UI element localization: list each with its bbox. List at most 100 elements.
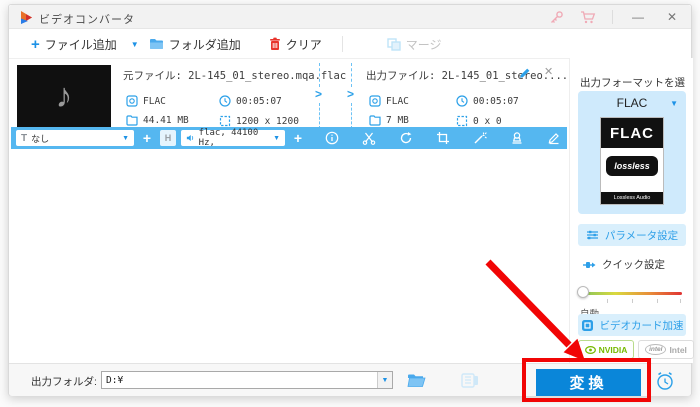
add-file-label: ファイル追加 <box>44 37 117 52</box>
quality-slider-track[interactable] <box>582 292 682 295</box>
nvidia-label: NVIDIA <box>598 344 628 355</box>
audio-track-value: flac, 44100 Hz, <box>198 128 259 148</box>
output-folder-input[interactable] <box>102 374 377 386</box>
music-note-icon: ♪ <box>55 76 73 115</box>
source-file-name: 元ファイル: 2L-145_01_stereo.mqa.flac <box>123 70 347 82</box>
merge-button: マージ <box>387 36 442 53</box>
trash-icon <box>269 37 280 50</box>
format-icon <box>369 95 381 107</box>
parameter-settings-button[interactable]: パラメータ設定 <box>578 224 686 246</box>
gpu-acceleration-button[interactable]: ビデオカード加速 <box>578 314 686 336</box>
rotate-icon[interactable] <box>399 131 413 145</box>
format-logo-card: FLAC lossless Lossless Audio <box>600 117 664 205</box>
slider-tick <box>607 299 608 303</box>
lossless-audio-label: Lossless Audio <box>601 192 663 204</box>
resolution-icon <box>219 115 231 127</box>
bottom-bar: 出力フォルダ: ▼ 変換 <box>9 363 691 397</box>
speaker-icon <box>186 134 194 142</box>
titlebar: ビデオコンバータ — ✕ <box>9 5 691 29</box>
preview-disabled-icon <box>461 373 478 388</box>
add-folder-label: フォルダ追加 <box>168 37 241 52</box>
slider-tick <box>680 299 681 303</box>
audio-track-dropdown[interactable]: flac, 44100 Hz, ▼ <box>181 128 285 148</box>
close-button[interactable]: ✕ <box>663 10 681 24</box>
minimize-button[interactable]: — <box>629 10 647 24</box>
add-file-button[interactable]: + ファイル追加 <box>31 36 117 53</box>
quality-slider-knob[interactable] <box>577 286 589 298</box>
clear-label: クリア <box>285 37 322 52</box>
source-duration: 00:05:07 <box>219 95 282 107</box>
register-key-icon[interactable] <box>549 10 564 25</box>
file-size-icon <box>369 115 381 126</box>
quick-settings-label: クイック設定 <box>602 259 665 271</box>
schedule-alarm-icon[interactable] <box>654 370 676 392</box>
titlebar-divider <box>612 10 613 24</box>
intel-button[interactable]: intel Intel <box>638 340 694 359</box>
add-file-dropdown[interactable]: ▼ <box>131 40 139 49</box>
output-size: 7 MB <box>369 115 409 126</box>
toolbar-divider <box>341 36 343 52</box>
file-size-icon <box>126 115 138 126</box>
add-subtitle-button[interactable]: + <box>139 130 155 146</box>
slider-tick <box>632 299 633 303</box>
merge-label: マージ <box>405 37 442 52</box>
output-format-sidebar: 出力フォーマットを選択 FLAC ▼ FLAC lossless Lossles… <box>569 58 694 363</box>
output-duration: 00:05:07 <box>456 95 519 107</box>
format-icon <box>126 95 138 107</box>
output-folder-combobox: ▼ <box>101 371 393 389</box>
intel-label: Intel <box>669 344 687 355</box>
cut-icon[interactable] <box>362 131 376 145</box>
add-audio-button[interactable]: + <box>290 130 306 146</box>
slider-tick <box>657 299 658 303</box>
crop-icon[interactable] <box>436 131 450 145</box>
pencil-icon <box>520 68 530 78</box>
gpu-icon <box>581 319 593 331</box>
file-thumbnail[interactable]: ♪ <box>17 65 111 127</box>
convert-button[interactable]: 変換 <box>536 369 641 396</box>
clock-icon <box>456 95 468 107</box>
output-folder-label: 出力フォルダ: <box>31 376 97 388</box>
dashed-separator <box>351 63 352 87</box>
dashed-separator <box>351 103 352 129</box>
app-logo-icon <box>21 11 32 24</box>
quick-settings-button[interactable]: クイック設定 <box>582 257 665 272</box>
folder-icon <box>149 39 163 49</box>
window-title: ビデオコンバータ <box>39 14 135 26</box>
edit-pen-icon[interactable] <box>547 131 561 145</box>
cart-icon[interactable] <box>580 10 596 25</box>
nvidia-eye-icon <box>584 345 596 354</box>
lossless-logo: lossless <box>606 156 658 176</box>
app-window: ビデオコンバータ — ✕ + ファイル追加 ▼ フォルダ追加 クリア マージ ♪… <box>8 4 694 397</box>
resolution-icon <box>456 115 468 127</box>
output-folder-dropdown[interactable]: ▼ <box>377 372 392 388</box>
plus-icon: + <box>31 35 40 53</box>
open-folder-button[interactable] <box>407 373 426 388</box>
source-dimensions: 1200 x 1200 <box>219 115 299 127</box>
nvidia-button[interactable]: NVIDIA <box>578 340 634 359</box>
watermark-stamp-icon[interactable] <box>510 131 524 145</box>
hardware-toggle-button[interactable]: H <box>160 130 176 146</box>
clock-icon <box>219 95 231 107</box>
chevron-down-icon: ▼ <box>130 39 139 49</box>
effect-wand-icon[interactable] <box>473 131 487 145</box>
source-size: 44.41 MB <box>126 115 189 126</box>
dashed-separator <box>319 63 320 87</box>
output-dimensions: 0 x 0 <box>456 115 502 127</box>
chevron-down-icon[interactable]: ▼ <box>670 99 678 108</box>
format-selector-panel[interactable]: FLAC ▼ FLAC lossless Lossless Audio <box>578 91 686 214</box>
chevron-right-icon: > <box>315 87 323 101</box>
rename-button[interactable] <box>518 67 531 85</box>
clear-button[interactable]: クリア <box>269 36 322 53</box>
source-format: FLAC <box>126 95 166 107</box>
bottom-divider <box>522 364 523 397</box>
subtitle-t-icon: T <box>21 132 28 144</box>
quick-toggle-icon <box>583 261 596 268</box>
edit-toolbar: T なし ▼ + H flac, 44100 Hz, ▼ + <box>11 127 567 149</box>
remove-file-button[interactable]: ✕ <box>544 65 553 78</box>
chevron-right-icon: > <box>347 87 355 101</box>
add-folder-button[interactable]: フォルダ追加 <box>149 36 241 53</box>
info-icon[interactable] <box>325 131 339 145</box>
output-file-name: 出力ファイル: 2L-145_01_stereo.... <box>366 70 569 82</box>
subtitle-dropdown[interactable]: T なし ▼ <box>16 130 134 146</box>
subtitle-value: なし <box>31 134 50 145</box>
